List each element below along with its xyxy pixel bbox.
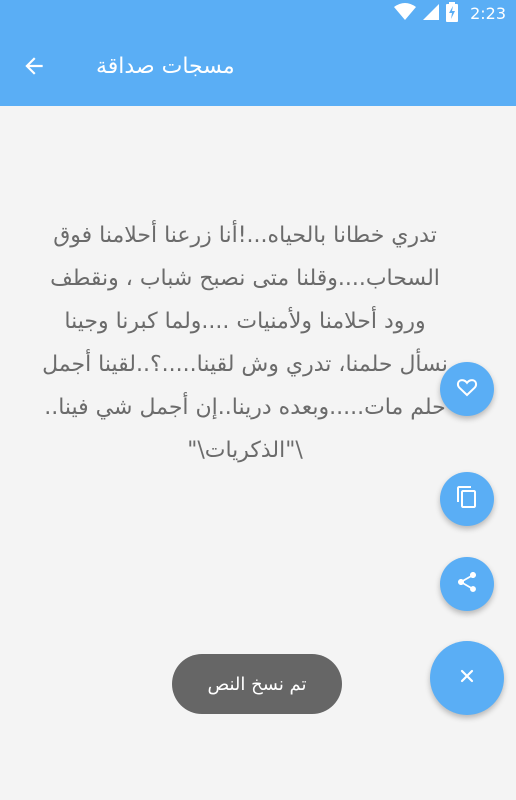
arrow-back-icon — [21, 53, 47, 83]
share-button[interactable] — [440, 557, 494, 611]
heart-icon — [455, 375, 479, 403]
cell-signal-icon — [422, 3, 440, 25]
message-text: تدري خطانا بالحياه...!أنا زرعنا أحلامنا … — [42, 223, 448, 463]
copy-toast: تم نسخ النص — [172, 654, 342, 714]
page-title: مسجات صداقة — [96, 54, 235, 79]
copy-button[interactable] — [440, 472, 494, 526]
favorite-button[interactable] — [440, 362, 494, 416]
close-button[interactable] — [430, 641, 504, 715]
status-time: 2:23 — [470, 4, 506, 23]
wifi-icon — [394, 3, 417, 25]
status-bar: 2:23 — [0, 0, 516, 28]
close-icon — [457, 666, 477, 690]
battery-charging-icon — [446, 2, 459, 26]
status-icons: 2:23 — [394, 2, 506, 26]
share-icon — [455, 570, 479, 598]
back-button[interactable] — [14, 48, 54, 88]
copy-icon — [455, 485, 479, 513]
app-bar: مسجات صداقة — [0, 28, 516, 106]
